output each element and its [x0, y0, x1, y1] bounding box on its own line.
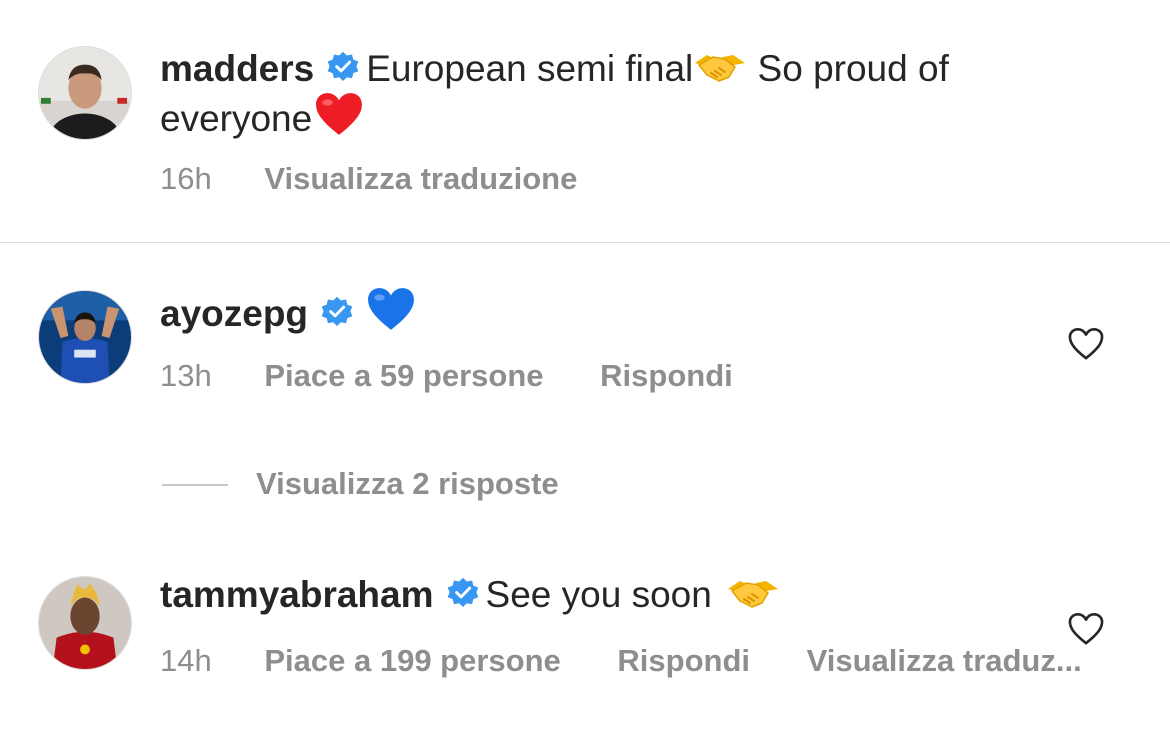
- translate-link[interactable]: Visualizza traduzione: [264, 159, 577, 199]
- comment-text-line2: everyone: [160, 98, 313, 139]
- verified-badge-icon: [320, 295, 354, 329]
- view-replies-button[interactable]: Visualizza 2 risposte: [256, 464, 559, 504]
- avatar-tammyabraham[interactable]: [38, 576, 132, 670]
- comment-meta-tammyabraham: 14h Piace a 199 persone Rispondi Visuali…: [160, 641, 1082, 681]
- likes-count[interactable]: Piace a 199 persone: [264, 641, 560, 681]
- reply-button[interactable]: Rispondi: [617, 641, 750, 681]
- comment-text: See you soon: [485, 574, 723, 615]
- view-replies-line: [162, 484, 228, 486]
- avatar-ayozepg[interactable]: [38, 290, 132, 384]
- handshake-emoji-icon: [693, 47, 747, 87]
- handshake-emoji-icon: [726, 573, 780, 613]
- like-heart-icon[interactable]: [1067, 327, 1105, 361]
- likes-count[interactable]: Piace a 59 persone: [264, 356, 543, 396]
- translate-link[interactable]: Visualizza traduz...: [807, 641, 1082, 681]
- username-madders[interactable]: madders: [160, 48, 314, 89]
- username-tammyabraham[interactable]: tammyabraham: [160, 574, 434, 615]
- username-ayozepg[interactable]: ayozepg: [160, 293, 308, 334]
- red-heart-emoji-icon: [314, 91, 364, 137]
- comment-text-part1: European semi final: [366, 48, 694, 89]
- comment-time: 16h: [160, 161, 212, 196]
- blue-heart-emoji-icon: [366, 286, 416, 332]
- comment-text-madders: madders European semi final So proud of ev…: [160, 46, 1060, 141]
- verified-badge-icon: [326, 50, 360, 84]
- comment-meta-madders: 16h Visualizza traduzione: [160, 159, 577, 199]
- like-heart-icon[interactable]: [1067, 612, 1105, 646]
- comment-text-ayozepg: ayozepg: [160, 286, 860, 336]
- comment-text-tammyabraham: tammyabraham See you soon: [160, 572, 1060, 617]
- reply-button[interactable]: Rispondi: [600, 356, 733, 396]
- divider: [0, 242, 1170, 243]
- comment-meta-ayozepg: 13h Piace a 59 persone Rispondi: [160, 356, 733, 396]
- comment-text-part2: So proud of: [747, 48, 949, 89]
- verified-badge-icon: [446, 576, 480, 610]
- comment-time: 14h: [160, 643, 212, 678]
- comment-time: 13h: [160, 358, 212, 393]
- avatar-madders[interactable]: [38, 46, 132, 140]
